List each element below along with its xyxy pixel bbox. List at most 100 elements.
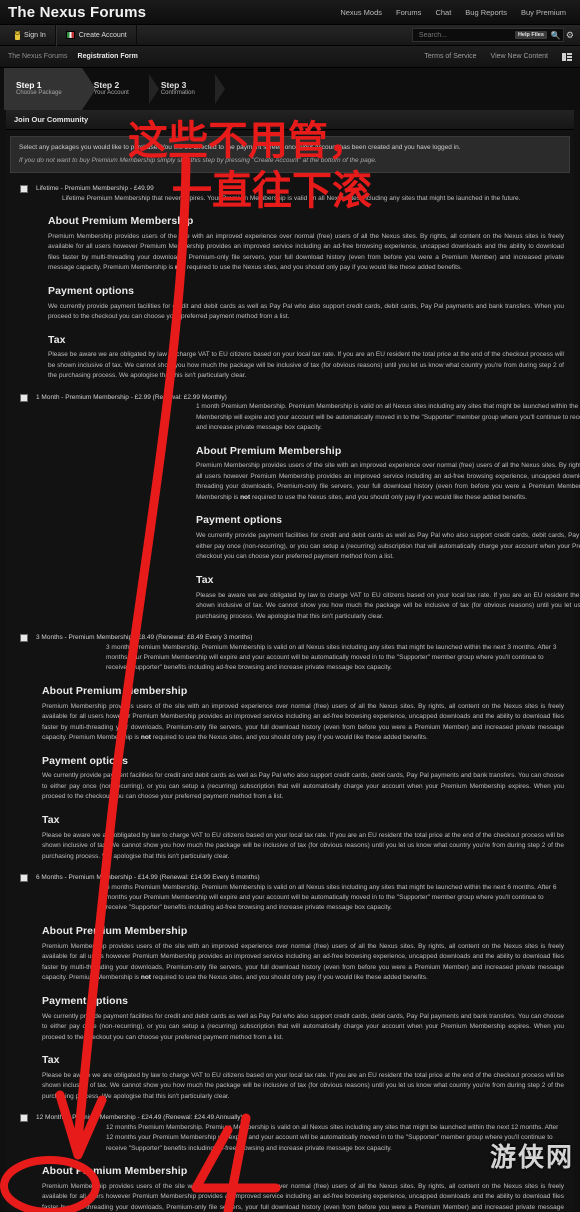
package-3-months-header[interactable]: 3 Months - Premium Membership - £8.49 (R…	[6, 630, 574, 643]
package-1-month-payment-block: Payment options We currently provide paym…	[196, 512, 580, 562]
step-wizard: Step 1 Choose Package Step 2 Your Accoun…	[0, 68, 580, 110]
package-lifetime: Lifetime - Premium Membership - £49.99 Li…	[6, 179, 574, 388]
package-3-months-checkbox[interactable]	[20, 634, 28, 643]
gear-icon[interactable]: ⚙	[566, 30, 574, 41]
sign-in-button[interactable]: Sign In	[6, 24, 56, 46]
terms-of-service-link[interactable]: Terms of Service	[424, 53, 476, 60]
package-12-months-checkbox[interactable]	[20, 1114, 28, 1123]
about-emphasis: not	[140, 974, 151, 982]
package-12-months-about-heading: About Premium Membership	[42, 1164, 188, 1177]
package-3-months-tax-block: Tax Please be aware we are obligated by l…	[42, 812, 564, 862]
package-1-month-about-heading: About Premium Membership	[196, 444, 342, 457]
nav-link-chat[interactable]: Chat	[435, 8, 451, 17]
nav-link-forums[interactable]: Forums	[396, 8, 421, 17]
notice-box: Select any packages you would like to pu…	[10, 136, 570, 174]
package-6-months-payment-text: We currently provide payment facilities …	[42, 1012, 564, 1041]
package-lifetime-about-block: About Premium Membership Premium Membersh…	[48, 213, 564, 274]
package-12-months-header[interactable]: 12 Months - Premium Membership - £24.49 …	[6, 1110, 574, 1123]
package-6-months-payment-block: Payment options We currently provide paym…	[42, 993, 564, 1043]
package-1-month-tax-heading: Tax	[196, 573, 214, 586]
package-3-months-payment-heading: Payment options	[42, 754, 129, 767]
step-1-title: Step 1	[16, 79, 42, 90]
nav-link-bug-reports[interactable]: Bug Reports	[465, 8, 507, 17]
breadcrumb-current: Registration Form	[77, 53, 138, 60]
package-lifetime-payment-text: We currently provide payment facilities …	[48, 302, 564, 321]
step-2[interactable]: Step 2 Your Account	[82, 68, 160, 110]
package-6-months-header[interactable]: 6 Months - Premium Membership - £14.99 (…	[6, 870, 574, 883]
package-lifetime-tax-heading: Tax	[48, 333, 66, 346]
site-brand: The Nexus Forums	[8, 3, 147, 21]
package-1-month: 1 Month - Premium Membership - £2.99 (Re…	[6, 388, 580, 628]
package-12-months-about-text: Premium Membership provides users of the…	[42, 1182, 564, 1211]
package-1-month-about-block: About Premium Membership Premium Membersh…	[196, 443, 580, 504]
package-1-month-payment-text: We currently provide payment facilities …	[196, 532, 580, 561]
nav-link-nexus-mods[interactable]: Nexus Mods	[340, 8, 382, 17]
package-6-months-payment-heading: Payment options	[42, 994, 129, 1007]
package-3-months-about-block: About Premium Membership Premium Membersh…	[42, 683, 564, 744]
step-2-title: Step 2	[93, 79, 120, 90]
create-account-button-top[interactable]: Create Account	[55, 24, 137, 46]
package-3-months-payment-text: We currently provide payment facilities …	[42, 772, 564, 801]
about-emphasis: not	[240, 493, 251, 501]
user-bar: Sign In Create Account Help Files 🔍 ⚙	[0, 24, 580, 46]
step-3-sub: Confirmation	[160, 90, 195, 97]
search-input[interactable]	[416, 30, 515, 40]
step-3[interactable]: Step 3 Confirmation	[149, 68, 225, 110]
package-lifetime-header[interactable]: Lifetime - Premium Membership - £49.99	[6, 181, 574, 194]
help-files-button[interactable]: Help Files	[514, 31, 547, 39]
package-lifetime-about-heading: About Premium Membership	[48, 214, 194, 227]
search-bar[interactable]: Help Files 🔍	[411, 28, 564, 42]
panel-heading: Join Our Community	[6, 110, 574, 130]
watermark: 游侠网	[489, 1143, 574, 1173]
package-6-months: 6 Months - Premium Membership - £14.99 (…	[6, 868, 574, 1108]
package-3-months: 3 Months - Premium Membership - £8.49 (R…	[6, 628, 574, 868]
package-1-month-about-text: Premium Membership provides users of the…	[196, 462, 580, 501]
package-6-months-description: 6 months Premium Membership. Premium Mem…	[106, 883, 557, 912]
package-lifetime-tax-block: Tax Please be aware we are obligated by l…	[48, 332, 564, 382]
package-1-month-tax-text: Please be aware we are obligated by law …	[196, 591, 580, 620]
site-header: The Nexus Forums Nexus Mods Forums Chat …	[0, 0, 580, 25]
breadcrumb-root[interactable]: The Nexus Forums	[8, 53, 68, 60]
package-6-months-checkbox[interactable]	[20, 874, 28, 883]
package-12-months: 12 Months - Premium Membership - £24.49 …	[6, 1108, 574, 1212]
step-1[interactable]: Step 1 Choose Package	[4, 68, 96, 110]
package-1-month-title: 1 Month - Premium Membership - £2.99 (Re…	[36, 393, 227, 401]
about-emphasis: not	[140, 734, 151, 742]
package-3-months-description: 3 months Premium Membership. Premium Mem…	[106, 643, 557, 672]
package-1-month-body: 1 month Premium Membership. Premium Memb…	[6, 402, 580, 622]
sign-in-label: Sign In	[24, 31, 46, 39]
nav-link-buy-premium[interactable]: Buy Premium	[521, 8, 566, 17]
package-3-months-about-heading: About Premium Membership	[42, 684, 188, 697]
package-1-month-header[interactable]: 1 Month - Premium Membership - £2.99 (Re…	[6, 390, 574, 402]
search-icon[interactable]: 🔍	[550, 29, 561, 41]
step-2-sub: Your Account	[93, 90, 129, 97]
package-3-months-title: 3 Months - Premium Membership - £8.49 (R…	[36, 634, 253, 642]
package-6-months-about-text: Premium Membership provides users of the…	[42, 942, 564, 982]
package-lifetime-checkbox[interactable]	[20, 185, 28, 194]
notice-italic-text: If you do not want to buy Premium Member…	[19, 157, 377, 165]
package-1-month-tax-block: Tax Please be aware we are obligated by l…	[196, 572, 580, 622]
package-6-months-about-block: About Premium Membership Premium Membersh…	[42, 923, 564, 984]
package-1-month-payment-heading: Payment options	[196, 514, 283, 527]
breadcrumb-actions: Terms of Service View New Content	[424, 52, 572, 61]
package-6-months-tax-heading: Tax	[42, 1054, 60, 1067]
view-new-content-link[interactable]: View New Content	[491, 53, 548, 60]
package-6-months-tax-block: Tax Please be aware we are obligated by l…	[42, 1052, 564, 1102]
breadcrumb: The Nexus Forums Registration Form Terms…	[0, 46, 580, 68]
about-emphasis: not	[175, 264, 186, 272]
package-6-months-tax-text: Please be aware we are obligated by law …	[42, 1071, 564, 1100]
key-icon	[15, 30, 20, 40]
grid-toggle-icon[interactable]	[562, 52, 572, 61]
create-account-label: Create Account	[78, 31, 127, 39]
package-3-months-about-text: Premium Membership provides users of the…	[42, 702, 564, 742]
package-1-month-checkbox[interactable]	[20, 393, 28, 402]
package-lifetime-payment-heading: Payment options	[48, 284, 135, 297]
package-lifetime-about-text: Premium Membership provides users of the…	[48, 232, 564, 272]
step-1-sub: Choose Package	[16, 90, 62, 97]
package-12-months-body: 12 months Premium Membership. Premium Me…	[6, 1123, 574, 1212]
page-root: The Nexus Forums Nexus Mods Forums Chat …	[0, 0, 580, 1212]
package-6-months-body: 6 months Premium Membership. Premium Mem…	[6, 883, 574, 1103]
package-list: Lifetime - Premium Membership - £49.99 Li…	[6, 179, 580, 1212]
package-3-months-body: 3 months Premium Membership. Premium Mem…	[6, 643, 574, 863]
primary-nav: Nexus Mods Forums Chat Bug Reports Buy P…	[340, 8, 572, 17]
